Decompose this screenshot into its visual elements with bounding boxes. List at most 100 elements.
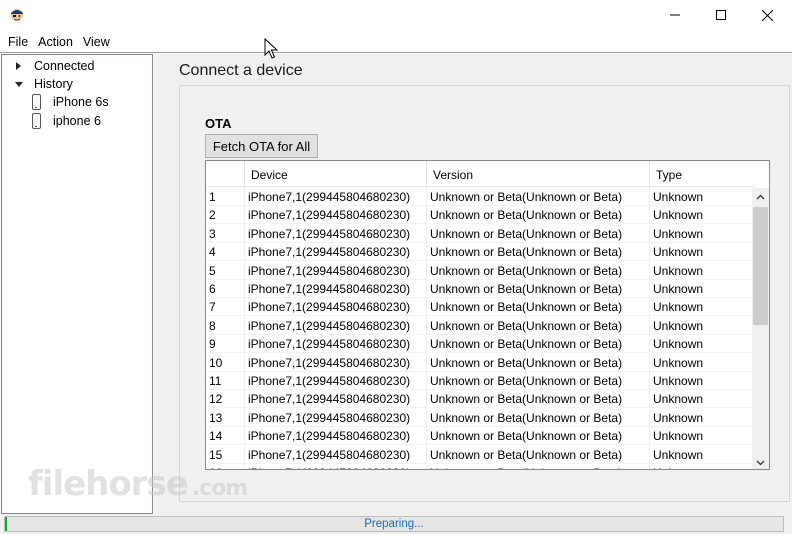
version-cell: Unknown or Beta(Unknown or Beta) — [427, 224, 650, 243]
scroll-thumb[interactable] — [753, 207, 768, 325]
tree-node-label: iphone 6 — [53, 114, 101, 128]
table-row[interactable]: 15 iPhone7,1(299445804680230) Unknown or B… — [206, 445, 754, 464]
fetch-ota-button[interactable]: Fetch OTA for All — [205, 134, 318, 158]
table-row[interactable]: 10 iPhone7,1(299445804680230) Unknown or B… — [206, 353, 754, 372]
row-index-cell: 6 — [206, 280, 245, 298]
type-cell: Unknown — [650, 224, 754, 243]
table-row[interactable]: 16iPhone7,1(299445804680230)Unknown or B… — [206, 464, 754, 469]
table-row[interactable]: 11 iPhone7,1(299445804680230) Unknown or B… — [206, 372, 754, 390]
table-row[interactable]: 5 iPhone7,1(299445804680230) Unknown or Be… — [206, 261, 754, 280]
scroll-down-button[interactable] — [752, 454, 769, 469]
device-cell: iPhone7,1(299445804680230) — [245, 464, 427, 469]
table-body: 1 iPhone7,1(299445804680230) Unknown or Be… — [206, 188, 754, 469]
version-cell: Unknown or Beta(Unknown or Beta) — [427, 427, 650, 446]
tree-item-iphone-6[interactable]: iphone 6 — [32, 112, 101, 130]
minimize-icon — [670, 14, 680, 16]
table-row[interactable]: 6 iPhone7,1(299445804680230) Unknown or Be… — [206, 280, 754, 298]
column-header-version[interactable]: Version — [427, 161, 650, 187]
page-title: Connect a device — [179, 62, 303, 79]
phone-icon — [32, 113, 41, 129]
type-cell: Unknown — [650, 372, 754, 390]
device-cell: iPhone7,1(299445804680230) — [245, 372, 427, 390]
maximize-icon — [716, 10, 726, 20]
row-index-cell: 3 — [206, 224, 245, 243]
table-row[interactable]: 3 iPhone7,1(299445804680230) Unknown or Be… — [206, 224, 754, 243]
type-cell: Unknown — [650, 427, 754, 446]
version-cell: Unknown or Beta(Unknown or Beta) — [427, 316, 650, 335]
title-bar — [0, 0, 792, 30]
chevron-up-icon — [756, 194, 765, 199]
menu-action[interactable]: Action — [33, 32, 78, 52]
table-row[interactable]: 7 iPhone7,1(299445804680230) Unknown or Be… — [206, 298, 754, 317]
tree-node-label: History — [34, 77, 73, 91]
type-cell: Unknown — [650, 464, 754, 469]
tree-item-iphone-6s[interactable]: iPhone 6s — [32, 93, 109, 111]
row-index-cell: 9 — [206, 335, 245, 354]
watermark-suffix: .com — [191, 475, 248, 501]
type-cell: Unknown — [650, 335, 754, 354]
type-cell: Unknown — [650, 445, 754, 464]
device-cell: iPhone7,1(299445804680230) — [245, 353, 427, 372]
type-cell: Unknown — [650, 280, 754, 298]
menu-separator — [0, 52, 792, 53]
watermark-logo: filehorse .com — [28, 464, 248, 504]
version-cell: Unknown or Beta(Unknown or Beta) — [427, 280, 650, 298]
maximize-button[interactable] — [698, 0, 744, 30]
device-cell: iPhone7,1(299445804680230) — [245, 390, 427, 409]
version-cell: Unknown or Beta(Unknown or Beta) — [427, 464, 650, 469]
device-cell: iPhone7,1(299445804680230) — [245, 188, 427, 206]
type-cell: Unknown — [650, 390, 754, 409]
phone-icon — [32, 94, 41, 110]
type-cell: Unknown — [650, 408, 754, 427]
menu-view[interactable]: View — [78, 32, 115, 52]
scroll-up-button[interactable] — [752, 188, 769, 205]
main-content: Connect a device OTA Fetch OTA for All D… — [159, 54, 792, 514]
minimize-button[interactable] — [652, 0, 698, 30]
row-index-cell: 10 — [206, 353, 245, 372]
triangle-down-icon[interactable] — [15, 81, 23, 87]
version-cell: Unknown or Beta(Unknown or Beta) — [427, 408, 650, 427]
version-cell: Unknown or Beta(Unknown or Beta) — [427, 390, 650, 409]
tree-node-history[interactable]: History — [15, 75, 73, 93]
menu-file[interactable]: File — [3, 32, 33, 52]
table-row[interactable]: 1 iPhone7,1(299445804680230) Unknown or Be… — [206, 188, 754, 206]
device-cell: iPhone7,1(299445804680230) — [245, 335, 427, 354]
column-header-index[interactable] — [206, 161, 245, 187]
type-cell: Unknown — [650, 206, 754, 225]
row-index-cell: 14 — [206, 427, 245, 446]
row-index-cell: 13 — [206, 408, 245, 427]
device-tree[interactable]: Connected History iPhone 6s iphone 6 — [1, 54, 153, 514]
table-row[interactable]: 4 iPhone7,1(299445804680230) Unknown or Be… — [206, 243, 754, 262]
table-row[interactable]: 14 iPhone7,1(299445804680230) Unknown or B… — [206, 427, 754, 446]
table-row[interactable]: 8 iPhone7,1(299445804680230) Unknown or Be… — [206, 316, 754, 335]
tree-node-connected[interactable]: Connected — [16, 57, 94, 75]
column-header-device[interactable]: Device — [245, 161, 427, 187]
ota-section-label: OTA — [205, 116, 232, 131]
triangle-right-icon[interactable] — [16, 62, 21, 70]
mouse-cursor-icon — [264, 38, 278, 59]
device-cell: iPhone7,1(299445804680230) — [245, 316, 427, 335]
table-row[interactable]: 2 iPhone7,1(299445804680230) Unknown or Be… — [206, 206, 754, 225]
type-cell: Unknown — [650, 243, 754, 262]
version-cell: Unknown or Beta(Unknown or Beta) — [427, 298, 650, 317]
watermark-text: filehorse — [28, 464, 189, 504]
table-row[interactable]: 9 iPhone7,1(299445804680230) Unknown or Be… — [206, 335, 754, 354]
row-index-cell: 12 — [206, 390, 245, 409]
device-cell: iPhone7,1(299445804680230) — [245, 298, 427, 317]
device-cell: iPhone7,1(299445804680230) — [245, 261, 427, 280]
device-cell: iPhone7,1(299445804680230) — [245, 224, 427, 243]
version-cell: Unknown or Beta(Unknown or Beta) — [427, 372, 650, 390]
table-row[interactable]: 12 iPhone7,1(299445804680230) Unknown or B… — [206, 390, 754, 409]
table-header: Device Version Type — [206, 161, 754, 187]
ota-table[interactable]: Device Version Type 1 iPhone7,1(299445804… — [205, 160, 770, 470]
version-cell: Unknown or Beta(Unknown or Beta) — [427, 445, 650, 464]
column-header-type[interactable]: Type — [650, 161, 750, 187]
table-row[interactable]: 13 iPhone7,1(299445804680230) Unknown or B… — [206, 408, 754, 427]
device-cell: iPhone7,1(299445804680230) — [245, 280, 427, 298]
row-index-cell: 1 — [206, 188, 245, 206]
table-scrollbar[interactable] — [752, 188, 769, 469]
type-cell: Unknown — [650, 353, 754, 372]
device-cell: iPhone7,1(299445804680230) — [245, 243, 427, 262]
close-button[interactable] — [744, 0, 790, 30]
menu-bar: File Action View — [0, 32, 792, 52]
